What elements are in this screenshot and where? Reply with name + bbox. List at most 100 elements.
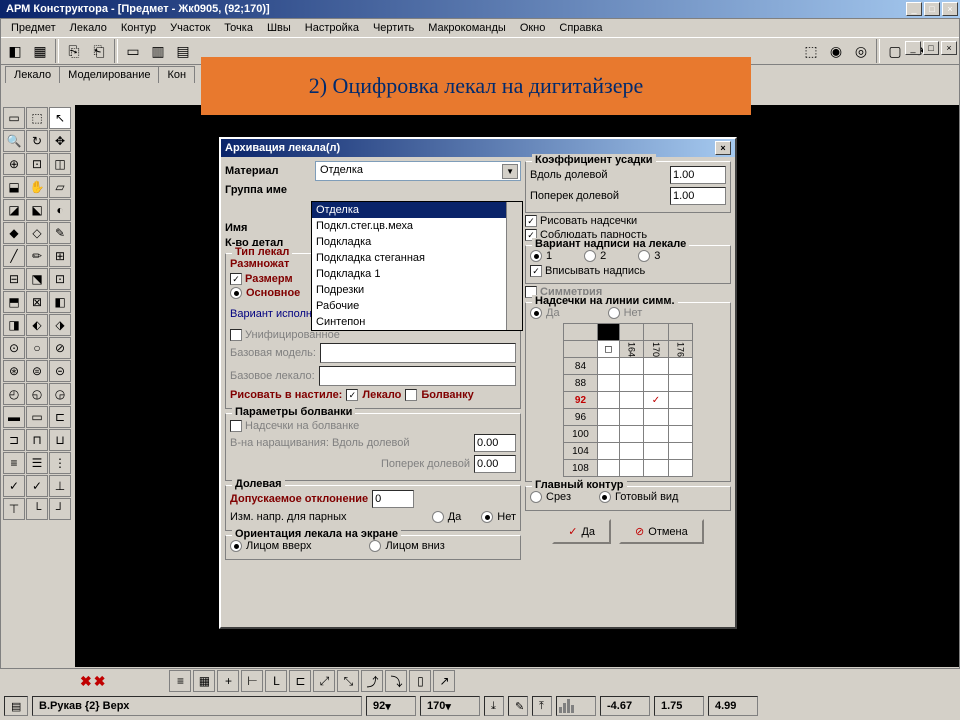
cell-104-2[interactable] xyxy=(644,443,668,460)
cell-108-0[interactable] xyxy=(597,460,619,477)
tool-ad[interactable]: ◶ xyxy=(49,383,71,405)
radio-srez[interactable] xyxy=(530,491,542,503)
bt-4[interactable]: ⊢ xyxy=(241,670,263,692)
stat-v1[interactable]: 92 ▾ xyxy=(366,696,416,716)
red-x-2[interactable]: ✖ xyxy=(94,673,106,690)
menu-kontur[interactable]: Контур xyxy=(115,20,162,36)
tool-ah[interactable]: ⊐ xyxy=(3,429,25,451)
bolvanku-check[interactable] xyxy=(405,389,417,401)
tool-p[interactable]: ⊡ xyxy=(49,268,71,290)
bt-6[interactable]: ⊏ xyxy=(289,670,311,692)
tool-an[interactable]: ✓ xyxy=(3,475,25,497)
mdi-max[interactable]: □ xyxy=(923,41,939,55)
ris-nad-check[interactable]: ✓ xyxy=(525,215,537,227)
cell-92-0[interactable] xyxy=(597,392,619,409)
tool-ai[interactable]: ⊓ xyxy=(26,429,48,451)
tb-r1[interactable]: ⬚ xyxy=(799,39,823,63)
bt-12[interactable]: ↗ xyxy=(433,670,455,692)
radio-licom-down[interactable] xyxy=(369,540,381,552)
cell-104-3[interactable] xyxy=(668,443,692,460)
radio-gotov[interactable] xyxy=(599,491,611,503)
stat-ic1[interactable]: ⤓ xyxy=(484,696,504,716)
cancel-button[interactable]: ⊘Отмена xyxy=(619,519,704,544)
tool-aq[interactable]: ⊤ xyxy=(3,498,25,520)
tool-g[interactable]: ◪ xyxy=(3,199,25,221)
bt-9[interactable]: ⤴ xyxy=(361,670,383,692)
stat-ic3[interactable]: ⤒ xyxy=(532,696,552,716)
cell-96-1[interactable] xyxy=(619,409,643,426)
tool-h[interactable]: ⬕ xyxy=(26,199,48,221)
radio-izm-da[interactable] xyxy=(432,511,444,523)
tab-model[interactable]: Моделирование xyxy=(59,66,159,83)
tb-1[interactable]: ◧ xyxy=(3,39,27,63)
tool-a[interactable]: ✥ xyxy=(49,130,71,152)
grid-hdr-icon[interactable]: ◼ xyxy=(597,324,619,341)
tb-4[interactable]: ⎗ xyxy=(87,39,111,63)
cell-88-3[interactable] xyxy=(668,375,692,392)
tool-ac[interactable]: ◵ xyxy=(26,383,48,405)
tool-i[interactable]: ◐ xyxy=(49,199,71,221)
cell-108-3[interactable] xyxy=(668,460,692,477)
tool-x[interactable]: ⊘ xyxy=(49,337,71,359)
dd-podkladka1[interactable]: Подкладка 1 xyxy=(312,266,522,282)
sizes-check[interactable]: ✓ xyxy=(230,273,242,285)
radio-izm-net[interactable] xyxy=(481,511,493,523)
tool-f[interactable]: ▱ xyxy=(49,176,71,198)
stat-ic2[interactable]: ✎ xyxy=(508,696,528,716)
material-combo[interactable]: Отделка xyxy=(315,161,521,181)
tool-s[interactable]: ◧ xyxy=(49,291,71,313)
lekalo-check[interactable]: ✓ xyxy=(346,389,358,401)
tool-ab[interactable]: ◴ xyxy=(3,383,25,405)
menu-chertit[interactable]: Чертить xyxy=(367,20,420,36)
menu-tochka[interactable]: Точка xyxy=(218,20,259,36)
tool-hand[interactable]: ✋ xyxy=(26,176,48,198)
tool-ao[interactable]: ✓ xyxy=(26,475,48,497)
tool-pen2[interactable]: ✏ xyxy=(26,245,48,267)
tool-o[interactable]: ⬔ xyxy=(26,268,48,290)
bt-7[interactable]: ⤢ xyxy=(313,670,335,692)
bt-8[interactable]: ⤡ xyxy=(337,670,359,692)
tool-d[interactable]: ◫ xyxy=(49,153,71,175)
tool-sel[interactable]: ⬚ xyxy=(26,107,48,129)
tool-ar[interactable]: └ xyxy=(26,498,48,520)
vpis-check[interactable]: ✓ xyxy=(530,265,542,277)
tool-t[interactable]: ◨ xyxy=(3,314,25,336)
cell-96-3[interactable] xyxy=(668,409,692,426)
tab-lekalo[interactable]: Лекало xyxy=(5,66,60,83)
cell-100-0[interactable] xyxy=(597,426,619,443)
menu-makro[interactable]: Макрокоманды xyxy=(422,20,512,36)
tool-ak[interactable]: ≡ xyxy=(3,452,25,474)
cell-108-1[interactable] xyxy=(619,460,643,477)
dopusk-input[interactable] xyxy=(372,490,414,508)
cell-92-1[interactable] xyxy=(619,392,643,409)
menu-spravka[interactable]: Справка xyxy=(553,20,608,36)
minimize-button[interactable]: _ xyxy=(906,2,922,16)
tool-arrow[interactable]: ↖ xyxy=(49,107,71,129)
dd-otdelka[interactable]: Отделка xyxy=(312,202,522,218)
tool-as[interactable]: ┘ xyxy=(49,498,71,520)
dropdown-scrollbar[interactable] xyxy=(506,202,522,330)
cell-96-0[interactable] xyxy=(597,409,619,426)
tool-aj[interactable]: ⊔ xyxy=(49,429,71,451)
cell-88-1[interactable] xyxy=(619,375,643,392)
close-button[interactable]: × xyxy=(942,2,958,16)
stat-v2[interactable]: 170 ▾ xyxy=(420,696,480,716)
grid-hdr-icon2[interactable]: ◻ xyxy=(597,341,619,358)
ok-button[interactable]: ✓Да xyxy=(552,519,611,544)
cell-88-0[interactable] xyxy=(597,375,619,392)
dd-podkladka[interactable]: Подкладка xyxy=(312,234,522,250)
radio-var3[interactable] xyxy=(638,250,650,262)
tool-e[interactable]: ⬓ xyxy=(3,176,25,198)
tool-y[interactable]: ⊛ xyxy=(3,360,25,382)
tool-z[interactable]: ⊜ xyxy=(26,360,48,382)
red-x-1[interactable]: ✖ xyxy=(80,673,92,690)
dd-podkl-steg[interactable]: Подкл.стег.цв.меха xyxy=(312,218,522,234)
cell-108-2[interactable] xyxy=(644,460,668,477)
cell-96-2[interactable] xyxy=(644,409,668,426)
tb-3[interactable]: ⎘ xyxy=(62,39,86,63)
tool-w[interactable]: ⊙ xyxy=(3,337,25,359)
tool-zoom[interactable]: 🔍 xyxy=(3,130,25,152)
tool-af[interactable]: ▭ xyxy=(26,406,48,428)
cell-100-1[interactable] xyxy=(619,426,643,443)
mdi-close[interactable]: × xyxy=(941,41,957,55)
